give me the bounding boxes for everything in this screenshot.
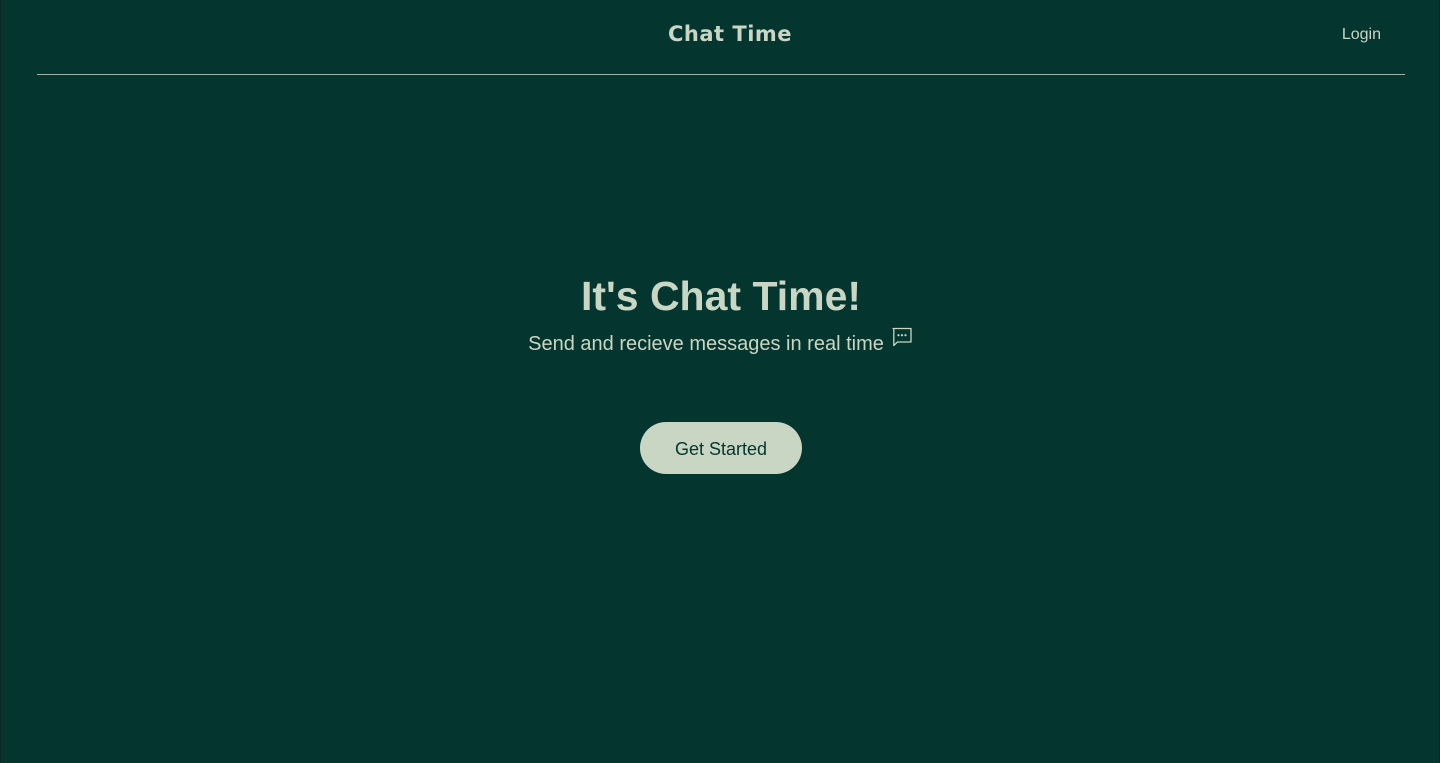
login-link[interactable]: Login [1342, 26, 1381, 44]
hero-subtitle: Send and recieve messages in real time [528, 327, 914, 357]
hero-subtitle-text: Send and recieve messages in real time [528, 333, 884, 355]
cta-container: Get Started [1, 422, 1440, 474]
hero-section: It's Chat Time! Send and recieve message… [1, 268, 1440, 357]
chat-bubble-icon [890, 325, 914, 349]
navbar: Chat Time Login [37, 0, 1405, 75]
hero-title: It's Chat Time! [580, 273, 862, 319]
brand-title: Chat Time [667, 22, 793, 46]
get-started-button[interactable]: Get Started [640, 422, 802, 474]
page: Chat Time Login It's Chat Time! Send and… [0, 0, 1440, 763]
